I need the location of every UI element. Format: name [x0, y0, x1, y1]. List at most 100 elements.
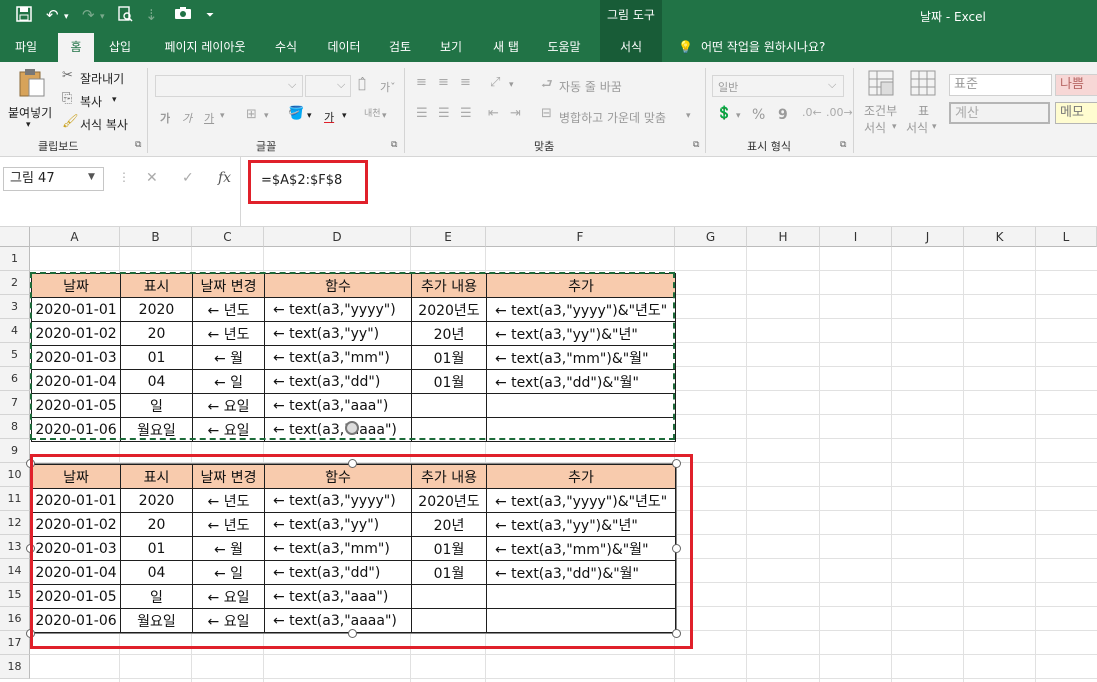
tab-review[interactable]: 검토: [380, 33, 420, 62]
table-cell[interactable]: 2020-01-06: [31, 608, 121, 633]
bold-button[interactable]: 가: [160, 110, 170, 126]
table-header-cell[interactable]: 표시: [120, 464, 193, 489]
underline-button[interactable]: 가: [204, 110, 214, 126]
paste-icon[interactable]: [18, 68, 46, 102]
table-header-cell[interactable]: 표시: [120, 273, 193, 298]
table-cell[interactable]: ← 요일: [192, 608, 265, 633]
alignment-launcher-icon[interactable]: ⧉: [693, 140, 699, 150]
align-middle-icon[interactable]: ≡: [438, 75, 449, 90]
column-header-l[interactable]: L: [1036, 227, 1097, 247]
table-cell[interactable]: ← text(a3,"aaa"): [264, 393, 412, 418]
align-left-icon[interactable]: ☰: [416, 106, 428, 121]
column-header-b[interactable]: B: [120, 227, 192, 247]
resize-handle-bottom-right[interactable]: [672, 629, 681, 638]
table-cell[interactable]: 20: [120, 321, 193, 346]
font-color-dropdown-icon[interactable]: ▾: [342, 111, 347, 121]
table-cell[interactable]: 일: [120, 393, 193, 418]
table-cell[interactable]: ← text(a3,"mm")&"월": [486, 345, 676, 370]
increase-decimal-icon[interactable]: .0←: [802, 106, 822, 119]
worksheet-grid[interactable]: ABCDEFGHIJKL 1 2 3 4 5 6 7 8 9 10 11 12 13 14 15 16 17 18…: [0, 227, 1097, 682]
row-header-5[interactable]: 5: [0, 343, 30, 367]
align-right-icon[interactable]: ☰: [460, 106, 472, 121]
table-cell[interactable]: [411, 584, 487, 609]
copy-button[interactable]: 복사: [80, 93, 102, 110]
table-cell[interactable]: ← text(a3,"mm"): [264, 536, 412, 561]
resize-handle-top-left[interactable]: [26, 459, 35, 468]
resize-handle-bottom[interactable]: [348, 629, 357, 638]
table-cell[interactable]: 2020-01-02: [31, 321, 121, 346]
table-cell[interactable]: ← text(a3,"mm")&"월": [486, 536, 676, 561]
column-header-g[interactable]: G: [675, 227, 747, 247]
style-note[interactable]: 메모: [1055, 102, 1097, 124]
format-as-table-icon[interactable]: [910, 70, 936, 100]
customize-qat-icon[interactable]: ⏷: [206, 10, 214, 21]
table-cell[interactable]: ← text(a3,"aaaa"): [264, 608, 412, 633]
style-calculation[interactable]: 계산: [949, 102, 1050, 124]
table-cell[interactable]: ← text(a3,"yy"): [264, 512, 412, 537]
table-header-cell[interactable]: 날짜 변경: [192, 273, 265, 298]
paste-button-label[interactable]: 붙여넣기: [8, 104, 52, 121]
table-cell[interactable]: ← text(a3,"yyyy"): [264, 297, 412, 322]
font-size-dropdown-icon[interactable]: ⌵: [337, 78, 345, 92]
table-cell[interactable]: ← 월: [192, 536, 265, 561]
table-cell[interactable]: 2020-01-05: [31, 393, 121, 418]
copy-dropdown-icon[interactable]: ▾: [112, 95, 117, 105]
cut-icon[interactable]: ✂: [62, 68, 73, 83]
row-header-18[interactable]: 18: [0, 655, 30, 679]
resize-handle-left[interactable]: [26, 544, 35, 553]
column-header-i[interactable]: I: [820, 227, 892, 247]
row-header-1[interactable]: 1: [0, 247, 30, 271]
table-cell[interactable]: ← 일: [192, 560, 265, 585]
row-header-14[interactable]: 14: [0, 559, 30, 583]
table-cell[interactable]: 2020-01-02: [31, 512, 121, 537]
table-cell[interactable]: 일: [120, 584, 193, 609]
table-cell[interactable]: [486, 417, 676, 442]
column-header-k[interactable]: K: [964, 227, 1036, 247]
conditional-formatting-icon[interactable]: [868, 70, 894, 100]
table-cell[interactable]: ← text(a3,"dd"): [264, 369, 412, 394]
print-preview-icon[interactable]: [117, 6, 133, 26]
undo-dropdown-icon[interactable]: ▾: [64, 12, 69, 22]
table-cell[interactable]: 01월: [411, 536, 487, 561]
table-cell[interactable]: 2020년도: [411, 488, 487, 513]
tab-home[interactable]: 홈: [58, 33, 94, 62]
table-cell[interactable]: 20년: [411, 512, 487, 537]
row-header-16[interactable]: 16: [0, 607, 30, 631]
format-as-table-label-2[interactable]: 서식: [906, 119, 928, 136]
tab-data[interactable]: 데이터: [318, 33, 370, 62]
row-header-2[interactable]: 2: [0, 271, 30, 295]
table-cell[interactable]: ← 요일: [192, 393, 265, 418]
table-cell[interactable]: [486, 608, 676, 633]
column-header-d[interactable]: D: [264, 227, 411, 247]
borders-dropdown-icon[interactable]: ▾: [264, 111, 269, 121]
table-cell[interactable]: 01월: [411, 369, 487, 394]
font-launcher-icon[interactable]: ⧉: [391, 140, 397, 150]
table-cell[interactable]: ← text(a3,"yy"): [264, 321, 412, 346]
table-cell[interactable]: 2020-01-04: [31, 560, 121, 585]
table-cell[interactable]: ← 월: [192, 345, 265, 370]
row-header-11[interactable]: 11: [0, 487, 30, 511]
column-header-c[interactable]: C: [192, 227, 264, 247]
table-cell[interactable]: 20년: [411, 321, 487, 346]
paste-dropdown-icon[interactable]: ▾: [26, 120, 31, 130]
table-cell[interactable]: 2020-01-01: [31, 488, 121, 513]
orientation-dropdown-icon[interactable]: ▾: [509, 80, 514, 90]
table-cell[interactable]: 2020: [120, 297, 193, 322]
decrease-indent-icon[interactable]: ⇤: [488, 106, 499, 121]
table-header-cell[interactable]: 날짜: [31, 464, 121, 489]
table-header-cell[interactable]: 날짜: [31, 273, 121, 298]
table-cell[interactable]: 월요일: [120, 608, 193, 633]
align-bottom-icon[interactable]: ≡: [460, 75, 471, 90]
table-cell[interactable]: 2020-01-01: [31, 297, 121, 322]
currency-icon[interactable]: 💲: [716, 106, 732, 121]
camera-icon[interactable]: [174, 6, 192, 24]
table-cell[interactable]: ← 일: [192, 369, 265, 394]
table-cell[interactable]: 04: [120, 369, 193, 394]
table-header-cell[interactable]: 추가: [486, 464, 676, 489]
merge-center-icon[interactable]: ⊟: [541, 106, 552, 121]
conditional-formatting-dropdown-icon[interactable]: ▾: [892, 122, 897, 132]
resize-handle-top[interactable]: [348, 459, 357, 468]
table-cell[interactable]: ← text(a3,"dd")&"월": [486, 369, 676, 394]
table-cell[interactable]: [411, 417, 487, 442]
wrap-text-icon[interactable]: ⮐: [541, 75, 553, 97]
